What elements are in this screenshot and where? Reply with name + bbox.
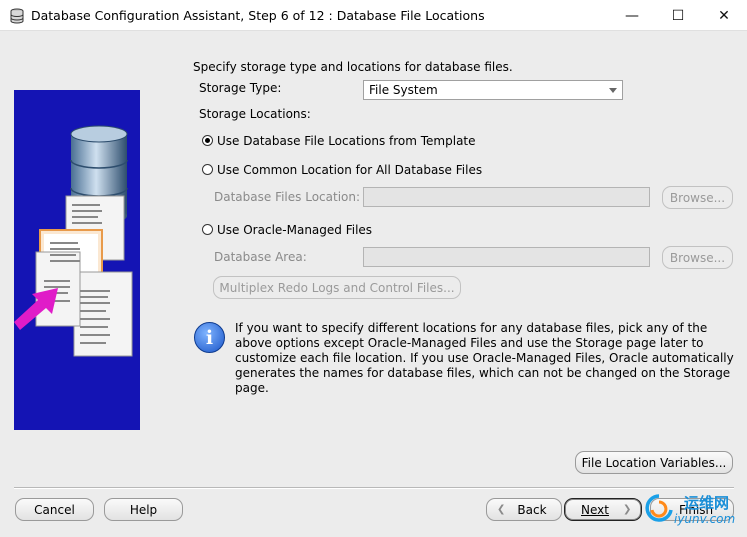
- watermark-text-cn: 运维网: [684, 494, 730, 512]
- watermark-text-url: iyunv.com: [674, 512, 736, 526]
- instruction-text: Specify storage type and locations for d…: [193, 60, 513, 74]
- maximize-icon: ☐: [671, 7, 685, 24]
- next-arrow-icon: ❯: [622, 504, 632, 515]
- radio-common-location[interactable]: [202, 164, 213, 175]
- multiplex-redo-logs-button[interactable]: Multiplex Redo Logs and Control Files...: [213, 276, 461, 299]
- storage-locations-label: Storage Locations:: [199, 107, 311, 121]
- db-area-input[interactable]: [363, 247, 650, 267]
- side-illustration: [14, 90, 140, 430]
- storage-type-select[interactable]: File System: [363, 80, 623, 100]
- minimize-button[interactable]: —: [609, 0, 655, 31]
- radio-template-locations[interactable]: [202, 135, 213, 146]
- minimize-icon: —: [625, 7, 639, 24]
- back-button-label: Back: [517, 502, 547, 517]
- dropdown-arrow-icon: [609, 88, 617, 93]
- file-location-variables-button[interactable]: File Location Variables...: [575, 451, 733, 474]
- title-bar: Database Configuration Assistant, Step 6…: [0, 0, 747, 31]
- db-files-location-label: Database Files Location:: [214, 190, 361, 204]
- separator: [14, 487, 734, 489]
- browse-files-location-button[interactable]: Browse...: [662, 186, 733, 209]
- watermark-swirl-icon: [645, 494, 673, 522]
- maximize-button[interactable]: ☐: [655, 0, 701, 31]
- db-files-location-input[interactable]: [363, 187, 650, 207]
- radio-template-locations-label[interactable]: Use Database File Locations from Templat…: [217, 134, 476, 148]
- help-button[interactable]: Help: [104, 498, 183, 521]
- db-area-label: Database Area:: [214, 250, 307, 264]
- next-button-label: Next: [581, 502, 609, 517]
- watermark-logo: 运维网 iyunv.com: [644, 490, 744, 530]
- radio-oracle-managed[interactable]: [202, 224, 213, 235]
- window-title: Database Configuration Assistant, Step 6…: [31, 8, 485, 23]
- storage-type-value: File System: [369, 83, 438, 97]
- storage-type-label: Storage Type:: [199, 81, 282, 95]
- radio-oracle-managed-label[interactable]: Use Oracle-Managed Files: [217, 223, 372, 237]
- back-button[interactable]: ❮ Back: [486, 498, 562, 521]
- next-button[interactable]: Next ❯: [564, 498, 642, 521]
- info-icon: i: [194, 322, 225, 353]
- close-icon: ✕: [718, 7, 730, 24]
- app-icon: [10, 8, 24, 24]
- close-button[interactable]: ✕: [701, 0, 747, 31]
- radio-common-location-label[interactable]: Use Common Location for All Database Fil…: [217, 163, 482, 177]
- info-text: If you want to specify different locatio…: [235, 321, 734, 395]
- cancel-button[interactable]: Cancel: [15, 498, 94, 521]
- back-arrow-icon: ❮: [497, 504, 506, 515]
- database-illustration-icon: [14, 125, 133, 357]
- browse-db-area-button[interactable]: Browse...: [662, 246, 733, 269]
